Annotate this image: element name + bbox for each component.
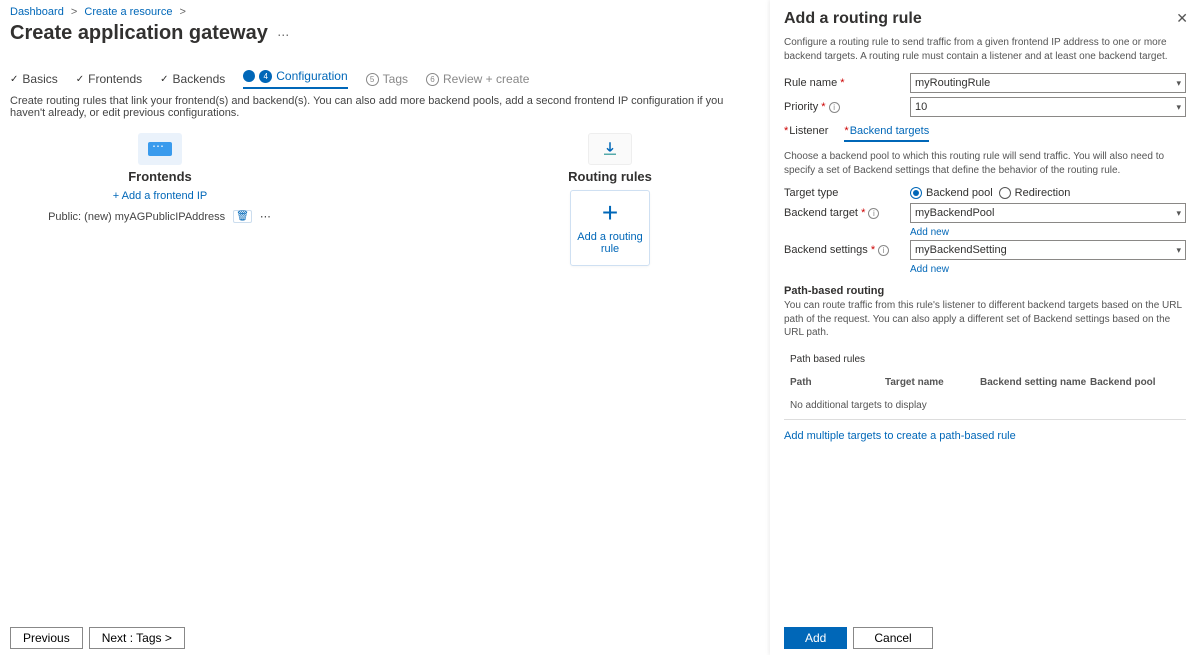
info-icon[interactable]: i (829, 102, 840, 113)
priority-input[interactable]: 10▾ (910, 97, 1186, 117)
col-backend-setting: Backend setting name (980, 377, 1090, 388)
target-type-redirection-radio[interactable]: Redirection (999, 187, 1071, 199)
chevron-down-icon: ▾ (1176, 102, 1181, 113)
routing-rules-icon (588, 133, 632, 165)
breadcrumb: Dashboard > Create a resource > (10, 6, 750, 18)
backend-target-label: Backend target * i (784, 207, 904, 219)
next-button[interactable]: Next : Tags > (89, 627, 185, 649)
delete-frontend-icon[interactable]: 🗑 (233, 210, 252, 223)
info-icon[interactable]: i (878, 245, 889, 256)
backend-settings-add-new-link[interactable]: Add new (910, 264, 1186, 275)
backend-settings-select[interactable]: myBackendSetting▾ (910, 240, 1186, 260)
col-path: Path (790, 377, 885, 388)
close-icon[interactable]: ✕ (1176, 10, 1188, 27)
routing-rules-column: Routing rules + Add a routing rule (480, 133, 740, 266)
add-routing-rule-card[interactable]: + Add a routing rule (570, 190, 650, 266)
path-rules-caption: Path based rules (784, 350, 1186, 365)
more-menu[interactable]: ⋯ (277, 28, 290, 42)
breadcrumb-create-resource[interactable]: Create a resource (84, 6, 172, 18)
step-description: Create routing rules that link your fron… (10, 95, 750, 119)
path-rules-empty: No additional targets to display (784, 394, 1186, 419)
step-number-icon: 6 (426, 73, 439, 86)
target-type-backend-pool-radio[interactable]: Backend pool (910, 187, 993, 199)
chevron-down-icon: ▾ (1176, 78, 1181, 89)
path-routing-heading: Path-based routing (784, 285, 1186, 297)
priority-label: Priority * i (784, 101, 904, 113)
add-button[interactable]: Add (784, 627, 847, 649)
frontends-heading: Frontends (30, 169, 290, 184)
backend-description: Choose a backend pool to which this rout… (784, 150, 1186, 177)
target-type-label: Target type (784, 187, 904, 199)
previous-button[interactable]: Previous (10, 627, 83, 649)
rule-name-label: Rule name * (784, 77, 904, 89)
chevron-down-icon: ▾ (1176, 208, 1181, 219)
path-rules-table: Path based rules Path Target name Backen… (784, 350, 1186, 420)
breadcrumb-dashboard[interactable]: Dashboard (10, 6, 64, 18)
path-routing-description: You can route traffic from this rule's l… (784, 299, 1186, 340)
rule-name-input[interactable]: myRoutingRule▾ (910, 73, 1186, 93)
routing-rules-heading: Routing rules (480, 169, 740, 184)
add-routing-rule-panel: Add a routing rule ✕ Configure a routing… (770, 0, 1200, 655)
add-routing-rule-label: Add a routing rule (575, 231, 645, 255)
step-backends[interactable]: Backends (160, 69, 225, 89)
frontend-ip-item: Public: (new) myAGPublicIPAddress (48, 211, 225, 223)
frontend-more-icon[interactable]: ⋯ (260, 210, 272, 223)
tab-backend-targets[interactable]: *Backend targets (844, 125, 929, 142)
page-title: Create application gateway (10, 22, 268, 45)
info-icon[interactable]: i (868, 208, 879, 219)
col-backend-pool: Backend pool (1090, 377, 1170, 388)
panel-title: Add a routing rule (784, 10, 1186, 28)
step-basics[interactable]: Basics (10, 69, 58, 89)
step-tags[interactable]: 5 Tags (366, 69, 408, 89)
col-target-name: Target name (885, 377, 980, 388)
backend-target-select[interactable]: myBackendPool▾ (910, 203, 1186, 223)
tab-listener[interactable]: *Listener (784, 125, 828, 142)
panel-intro: Configure a routing rule to send traffic… (784, 36, 1186, 63)
frontends-icon (138, 133, 182, 165)
step-active-dot-icon: 4 (259, 70, 272, 83)
step-review[interactable]: 6 Review + create (426, 69, 529, 89)
chevron-down-icon: ▾ (1176, 245, 1181, 256)
add-frontend-ip-link[interactable]: + Add a frontend IP (30, 190, 290, 202)
backend-settings-label: Backend settings * i (784, 244, 904, 256)
wizard-steps: Basics Frontends Backends 4 Configuratio… (10, 69, 750, 89)
frontends-column: Frontends + Add a frontend IP Public: (n… (30, 133, 290, 266)
cancel-button[interactable]: Cancel (853, 627, 932, 649)
backend-target-add-new-link[interactable]: Add new (910, 227, 1186, 238)
step-number-icon: 5 (366, 73, 379, 86)
step-frontends[interactable]: Frontends (76, 69, 142, 89)
step-configuration[interactable]: 4 Configuration (243, 69, 347, 89)
plus-icon: + (575, 199, 645, 227)
add-multiple-targets-link[interactable]: Add multiple targets to create a path-ba… (784, 430, 1016, 442)
